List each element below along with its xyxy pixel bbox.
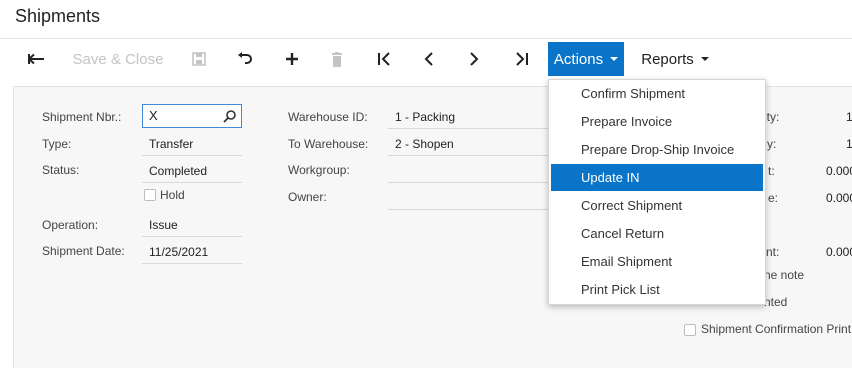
actions-label: Actions: [553, 50, 604, 68]
shipment-nbr-label: Shipment Nbr.:: [42, 110, 122, 124]
right-value-4: 0.000: [826, 191, 852, 205]
save-icon[interactable]: [188, 42, 210, 76]
hold-checkbox[interactable]: [144, 189, 156, 201]
save-close-button[interactable]: Save & Close: [72, 42, 164, 76]
first-record-icon[interactable]: [372, 42, 396, 76]
delete-icon[interactable]: [326, 42, 348, 76]
reports-label: Reports: [641, 50, 694, 68]
shipment-date-label: Shipment Date:: [42, 244, 125, 258]
menu-item-prepare-invoice[interactable]: Prepare Invoice: [551, 108, 763, 135]
shipment-confirmation-print-checkbox[interactable]: [684, 324, 696, 336]
workgroup-label: Workgroup:: [288, 163, 350, 177]
menu-item-correct-shipment[interactable]: Correct Shipment: [551, 192, 763, 219]
operation-value[interactable]: Issue: [149, 218, 178, 232]
last-record-icon[interactable]: [509, 42, 535, 76]
right-value-1: 1: [846, 110, 852, 124]
shipment-nbr-value: X: [149, 108, 158, 123]
menu-item-cancel-return[interactable]: Cancel Return: [551, 220, 763, 247]
warehouse-id-label: Warehouse ID:: [288, 110, 368, 124]
page-title: Shipments: [15, 6, 101, 26]
right-label-2: y:: [767, 137, 777, 151]
operation-label: Operation:: [42, 218, 99, 232]
status-label: Status:: [42, 163, 80, 177]
right-value-5: 0.000: [826, 245, 852, 259]
previous-record-icon[interactable]: [417, 42, 441, 76]
check-1-label: ne note: [764, 268, 805, 282]
right-value-3: 0.000: [826, 164, 852, 178]
shipment-confirmation-print-label: Shipment Confirmation Print: [701, 322, 852, 336]
right-label-1: ity:: [764, 110, 780, 124]
menu-item-prepare-drop-ship-invoice[interactable]: Prepare Drop-Ship Invoice: [551, 136, 763, 163]
check-2-label: nted: [764, 295, 788, 309]
right-label-4: e:: [768, 191, 779, 205]
type-underline: [142, 155, 242, 156]
next-record-icon[interactable]: [462, 42, 486, 76]
shipment-date-value[interactable]: 11/25/2021: [149, 245, 208, 259]
menu-item-confirm-shipment[interactable]: Confirm Shipment: [551, 80, 763, 107]
shipment-date-underline: [142, 263, 242, 264]
actions-menu: Confirm Shipment Prepare Invoice Prepare…: [548, 79, 766, 305]
hold-label: Hold: [160, 188, 185, 202]
status-underline: [142, 182, 242, 183]
type-label: Type:: [42, 137, 72, 151]
chevron-down-icon: [610, 57, 619, 61]
search-icon[interactable]: [223, 109, 237, 126]
undo-icon[interactable]: [233, 42, 257, 76]
type-value[interactable]: Transfer: [149, 137, 193, 151]
owner-underline[interactable]: [388, 209, 548, 210]
workgroup-underline[interactable]: [388, 182, 548, 183]
chevron-down-icon: [700, 57, 709, 61]
operation-underline: [142, 236, 242, 237]
right-label-3: t:: [768, 164, 775, 178]
menu-item-email-shipment[interactable]: Email Shipment: [551, 248, 763, 275]
add-icon[interactable]: [280, 42, 304, 76]
back-arrow-icon[interactable]: [24, 42, 50, 76]
status-value: Completed: [149, 164, 208, 178]
to-warehouse-value[interactable]: 2 - Shopen: [395, 137, 454, 151]
to-warehouse-label: To Warehouse:: [288, 137, 369, 151]
reports-button[interactable]: Reports: [636, 42, 714, 76]
actions-button[interactable]: Actions: [548, 42, 624, 76]
right-value-2: 1: [846, 137, 852, 151]
owner-label: Owner:: [288, 190, 327, 204]
right-label-5: nt:: [766, 245, 780, 259]
to-warehouse-underline: [388, 155, 548, 156]
menu-item-print-pick-list[interactable]: Print Pick List: [551, 276, 763, 303]
shipment-nbr-input[interactable]: X: [142, 104, 242, 128]
toolbar: Save & Close Actions Reports: [0, 42, 852, 76]
title-divider: [0, 38, 852, 39]
warehouse-id-value[interactable]: 1 - Packing: [395, 110, 455, 124]
menu-item-update-in[interactable]: Update IN: [551, 164, 763, 191]
warehouse-id-underline: [388, 128, 548, 129]
